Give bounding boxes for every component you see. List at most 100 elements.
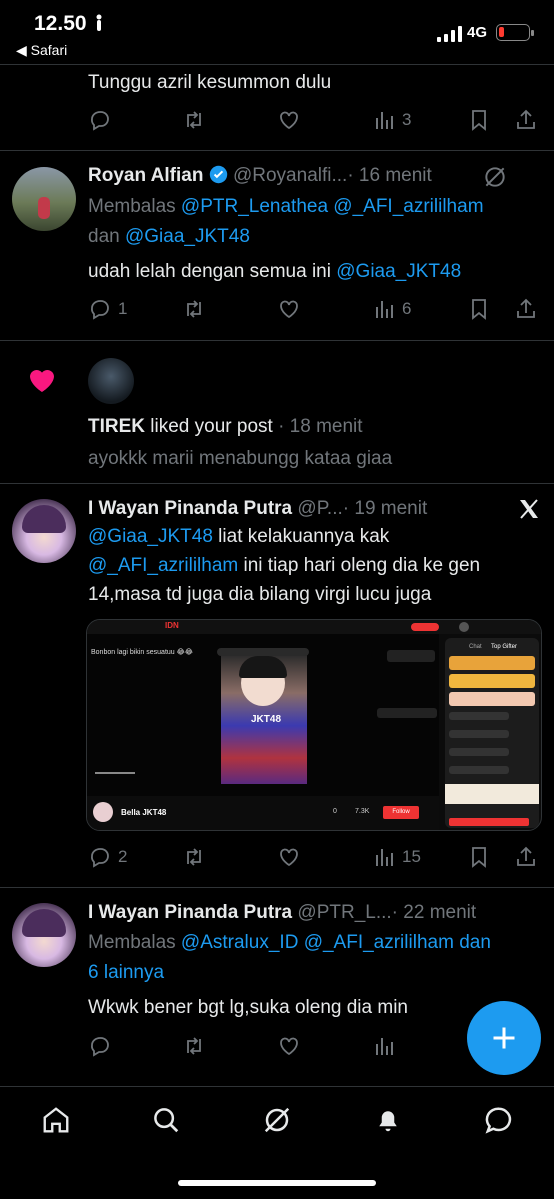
tweet-text: Tunggu azril kesummon dulu — [88, 72, 332, 93]
mention-link[interactable]: @Astralux_ID @_AFI_azrililham — [181, 932, 454, 953]
mention-link[interactable]: @Giaa_JKT48 — [336, 261, 461, 282]
views-button[interactable]: 6 — [372, 294, 411, 324]
reply-icon — [91, 300, 109, 320]
retweet-button[interactable] — [182, 294, 206, 324]
divider — [0, 887, 554, 888]
grok-tab-icon[interactable] — [262, 1105, 292, 1135]
tweet-text: Wkwk bener bgt lg,suka oleng dia min — [88, 997, 408, 1018]
retweet-button[interactable] — [182, 1031, 206, 1061]
author-name[interactable]: I Wayan Pinanda Putra — [88, 498, 292, 519]
mention-link[interactable]: @Giaa_JKT48 — [125, 226, 250, 247]
reply-icon — [91, 111, 109, 131]
views-count: 15 — [402, 847, 421, 866]
tweet-header: I Wayan Pinanda Putra @PTR_L...· 22 meni… — [88, 898, 476, 928]
gifter-panel: Chat Top Gifter — [445, 638, 539, 828]
share-icon — [517, 846, 535, 866]
notification-actor[interactable]: TIREK — [88, 416, 145, 437]
top-gifter-tab: Top Gifter — [491, 644, 518, 650]
share-button[interactable] — [514, 294, 538, 324]
search-icon[interactable] — [151, 1105, 181, 1135]
like-button[interactable] — [277, 105, 301, 135]
tweet-header: Royan Alfian @Royanalfi...· 16 menit — [88, 161, 432, 191]
views-button[interactable] — [372, 1031, 396, 1061]
reply-button[interactable] — [88, 1031, 112, 1061]
bookmark-icon — [472, 299, 486, 320]
mention-link[interactable]: @PTR_Lenathea @_AFI_azrililham — [181, 196, 484, 217]
like-button[interactable] — [277, 294, 301, 324]
streamer-avatar — [93, 802, 113, 822]
views-icon — [376, 112, 393, 129]
author-name[interactable]: Royan Alfian — [88, 165, 203, 186]
compose-button[interactable] — [467, 1001, 541, 1075]
bookmark-icon — [472, 847, 486, 868]
back-to-safari[interactable]: ◀ Safari — [16, 42, 67, 59]
reply-count: 1 — [118, 299, 128, 318]
bookmark-button[interactable] — [467, 294, 491, 324]
views-count: 3 — [402, 110, 412, 129]
notification-action: liked your post — [145, 416, 273, 437]
bell-icon[interactable] — [373, 1105, 403, 1135]
views-count: 6 — [402, 299, 412, 318]
tweet-media-image[interactable]: IDN Bonbon lagi bikin sesuatuu 😂😂 JKT48 … — [86, 619, 542, 831]
reply-button[interactable]: 1 — [88, 294, 127, 324]
views-icon — [376, 849, 393, 866]
reply-icon — [91, 848, 109, 868]
share-button[interactable] — [514, 842, 538, 872]
tweet-time: · 22 menit — [391, 902, 477, 923]
share-icon — [517, 109, 535, 129]
avatar[interactable] — [12, 499, 76, 563]
plus-icon — [493, 1027, 515, 1049]
reply-dan: dan — [453, 932, 491, 953]
divider — [0, 64, 554, 65]
tweet-actions: 2 15 — [0, 842, 554, 872]
home-indicator — [178, 1180, 376, 1186]
verified-icon — [209, 165, 227, 184]
follower-count: 7.3K — [355, 808, 370, 815]
tweet-body: liat kelakuannya kak — [212, 526, 390, 547]
chat-icon[interactable] — [484, 1105, 514, 1135]
reply-context: Membalas @Astralux_ID @_AFI_azrililham d… — [88, 928, 491, 958]
home-icon[interactable] — [41, 1105, 71, 1135]
tweet-header: I Wayan Pinanda Putra @P...· 19 menit — [88, 494, 427, 524]
views-button[interactable]: 15 — [372, 842, 421, 872]
reply-icon — [91, 1037, 109, 1057]
avatar[interactable] — [12, 903, 76, 967]
grok-icon[interactable] — [482, 164, 508, 190]
like-button[interactable] — [277, 1031, 301, 1061]
bookmark-button[interactable] — [467, 105, 491, 135]
share-button[interactable] — [514, 105, 538, 135]
mention-link[interactable]: @_AFI_azrililham — [88, 555, 238, 576]
tweet-actions: 1 6 — [0, 294, 554, 324]
reply-button[interactable] — [88, 105, 112, 135]
avatar[interactable] — [12, 167, 76, 231]
bookmark-button[interactable] — [467, 842, 491, 872]
author-name[interactable]: I Wayan Pinanda Putra — [88, 902, 292, 923]
tweet-time: · 19 menit — [342, 498, 428, 519]
video-frame: JKT48 — [221, 654, 307, 784]
media-pill — [411, 623, 439, 631]
views-button[interactable]: 3 — [372, 105, 411, 135]
tweet-actions: 3 — [0, 105, 554, 135]
avatar[interactable] — [88, 358, 134, 404]
battery-icon — [496, 24, 534, 41]
bookmark-icon — [472, 110, 486, 131]
tweet-text-line2: @_AFI_azrililham ini tiap hari oleng dia… — [88, 551, 480, 581]
retweet-icon — [187, 300, 201, 318]
reply-button[interactable]: 2 — [88, 842, 127, 872]
tweet-time: · 16 menit — [347, 165, 432, 186]
like-button[interactable] — [277, 842, 301, 872]
reply-others-link[interactable]: 6 lainnya — [88, 958, 164, 988]
reply-dan: dan — [88, 226, 125, 247]
divider — [0, 150, 554, 151]
jkt-label: JKT48 — [251, 714, 282, 725]
heart-icon — [30, 369, 54, 392]
chat-tab: Chat — [469, 644, 482, 650]
like-icon — [280, 111, 298, 130]
like-icon — [280, 1037, 298, 1056]
retweet-button[interactable] — [182, 105, 206, 135]
notification-snippet[interactable]: ayokkk marii menabungg kataa giaa — [88, 444, 392, 474]
retweet-button[interactable] — [182, 842, 206, 872]
reply-context-line2: dan @Giaa_JKT48 — [88, 222, 250, 252]
status-bar: 12.50 ◀ Safari 4G — [0, 0, 554, 64]
mention-link[interactable]: @Giaa_JKT48 — [88, 526, 213, 547]
